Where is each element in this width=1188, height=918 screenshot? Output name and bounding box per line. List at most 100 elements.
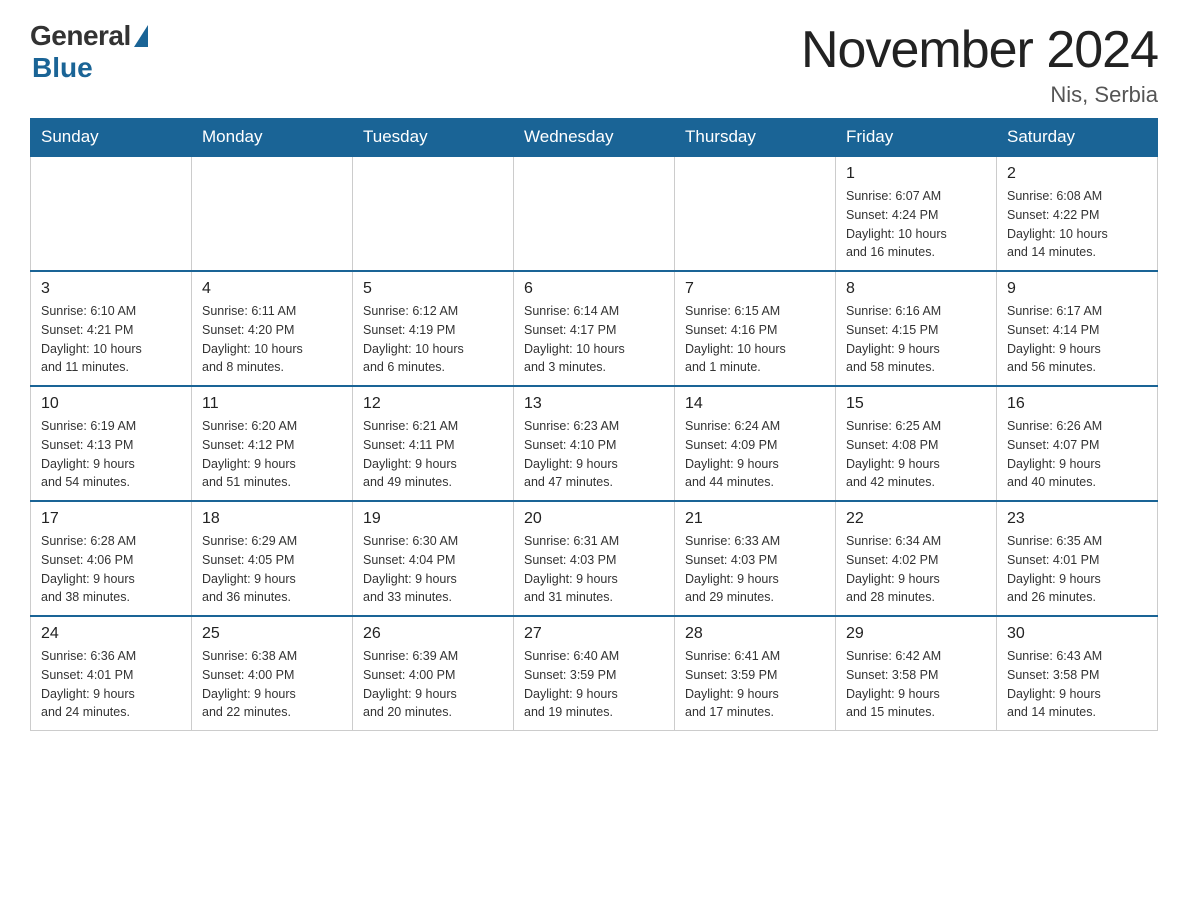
day-info: Sunrise: 6:16 AM Sunset: 4:15 PM Dayligh…: [846, 302, 986, 377]
day-number: 23: [1007, 510, 1147, 528]
calendar-cell: [31, 156, 192, 271]
day-info: Sunrise: 6:12 AM Sunset: 4:19 PM Dayligh…: [363, 302, 503, 377]
calendar-cell: [514, 156, 675, 271]
day-number: 19: [363, 510, 503, 528]
day-info: Sunrise: 6:24 AM Sunset: 4:09 PM Dayligh…: [685, 417, 825, 492]
calendar-cell: 9 Sunrise: 6:17 AM Sunset: 4:14 PM Daylig…: [997, 271, 1158, 386]
day-number: 2: [1007, 165, 1147, 183]
calendar-cell: 11Sunrise: 6:20 AM Sunset: 4:12 PM Dayli…: [192, 386, 353, 501]
day-info: Sunrise: 6:43 AM Sunset: 3:58 PM Dayligh…: [1007, 647, 1147, 722]
calendar-cell: 14 Sunrise: 6:24 AM Sunset: 4:09 PM Dayli…: [675, 386, 836, 501]
day-info: Sunrise: 6:28 AM Sunset: 4:06 PM Dayligh…: [41, 532, 181, 607]
calendar-header-saturday: Saturday: [997, 119, 1158, 157]
calendar-week-row: 10 Sunrise: 6:19 AM Sunset: 4:13 PM Dayli…: [31, 386, 1158, 501]
calendar-header-row: SundayMondayTuesdayWednesdayThursdayFrid…: [31, 119, 1158, 157]
calendar-cell: [675, 156, 836, 271]
day-number: 6: [524, 280, 664, 298]
calendar-cell: 18Sunrise: 6:29 AM Sunset: 4:05 PM Dayli…: [192, 501, 353, 616]
calendar-cell: 29Sunrise: 6:42 AM Sunset: 3:58 PM Dayli…: [836, 616, 997, 731]
calendar-cell: 10 Sunrise: 6:19 AM Sunset: 4:13 PM Dayli…: [31, 386, 192, 501]
logo-blue-text: Blue: [32, 52, 93, 84]
calendar-cell: 30 Sunrise: 6:43 AM Sunset: 3:58 PM Dayli…: [997, 616, 1158, 731]
day-number: 9: [1007, 280, 1147, 298]
day-number: 26: [363, 625, 503, 643]
calendar-table: SundayMondayTuesdayWednesdayThursdayFrid…: [30, 118, 1158, 731]
day-info: Sunrise: 6:08 AM Sunset: 4:22 PM Dayligh…: [1007, 187, 1147, 262]
calendar-cell: 7Sunrise: 6:15 AM Sunset: 4:16 PM Daylig…: [675, 271, 836, 386]
calendar-header-tuesday: Tuesday: [353, 119, 514, 157]
calendar-cell: 3 Sunrise: 6:10 AM Sunset: 4:21 PM Daylig…: [31, 271, 192, 386]
location: Nis, Serbia: [801, 82, 1158, 108]
calendar-cell: [353, 156, 514, 271]
calendar-cell: 24 Sunrise: 6:36 AM Sunset: 4:01 PM Dayli…: [31, 616, 192, 731]
day-info: Sunrise: 6:21 AM Sunset: 4:11 PM Dayligh…: [363, 417, 503, 492]
calendar-cell: 5Sunrise: 6:12 AM Sunset: 4:19 PM Daylig…: [353, 271, 514, 386]
calendar-cell: 23 Sunrise: 6:35 AM Sunset: 4:01 PM Dayli…: [997, 501, 1158, 616]
calendar-week-row: 3 Sunrise: 6:10 AM Sunset: 4:21 PM Daylig…: [31, 271, 1158, 386]
calendar-header-monday: Monday: [192, 119, 353, 157]
day-number: 20: [524, 510, 664, 528]
day-number: 25: [202, 625, 342, 643]
day-number: 13: [524, 395, 664, 413]
calendar-cell: 28 Sunrise: 6:41 AM Sunset: 3:59 PM Dayli…: [675, 616, 836, 731]
day-number: 30: [1007, 625, 1147, 643]
calendar-header-sunday: Sunday: [31, 119, 192, 157]
day-info: Sunrise: 6:33 AM Sunset: 4:03 PM Dayligh…: [685, 532, 825, 607]
calendar-header-thursday: Thursday: [675, 119, 836, 157]
day-number: 8: [846, 280, 986, 298]
day-info: Sunrise: 6:10 AM Sunset: 4:21 PM Dayligh…: [41, 302, 181, 377]
day-number: 24: [41, 625, 181, 643]
day-info: Sunrise: 6:17 AM Sunset: 4:14 PM Dayligh…: [1007, 302, 1147, 377]
day-info: Sunrise: 6:39 AM Sunset: 4:00 PM Dayligh…: [363, 647, 503, 722]
page-header: General Blue November 2024 Nis, Serbia: [30, 20, 1158, 108]
day-number: 3: [41, 280, 181, 298]
calendar-cell: 4Sunrise: 6:11 AM Sunset: 4:20 PM Daylig…: [192, 271, 353, 386]
calendar-cell: 16Sunrise: 6:26 AM Sunset: 4:07 PM Dayli…: [997, 386, 1158, 501]
calendar-cell: 8 Sunrise: 6:16 AM Sunset: 4:15 PM Daylig…: [836, 271, 997, 386]
calendar-cell: 21 Sunrise: 6:33 AM Sunset: 4:03 PM Dayli…: [675, 501, 836, 616]
calendar-cell: [192, 156, 353, 271]
month-title: November 2024: [801, 20, 1158, 80]
calendar-header-friday: Friday: [836, 119, 997, 157]
calendar-week-row: 1 Sunrise: 6:07 AM Sunset: 4:24 PM Daylig…: [31, 156, 1158, 271]
day-info: Sunrise: 6:35 AM Sunset: 4:01 PM Dayligh…: [1007, 532, 1147, 607]
day-info: Sunrise: 6:07 AM Sunset: 4:24 PM Dayligh…: [846, 187, 986, 262]
calendar-cell: 22 Sunrise: 6:34 AM Sunset: 4:02 PM Dayli…: [836, 501, 997, 616]
day-number: 14: [685, 395, 825, 413]
logo-triangle-icon: [134, 25, 148, 47]
day-info: Sunrise: 6:34 AM Sunset: 4:02 PM Dayligh…: [846, 532, 986, 607]
day-number: 28: [685, 625, 825, 643]
calendar-cell: 19 Sunrise: 6:30 AM Sunset: 4:04 PM Dayli…: [353, 501, 514, 616]
day-number: 7: [685, 280, 825, 298]
day-info: Sunrise: 6:19 AM Sunset: 4:13 PM Dayligh…: [41, 417, 181, 492]
day-number: 1: [846, 165, 986, 183]
day-info: Sunrise: 6:38 AM Sunset: 4:00 PM Dayligh…: [202, 647, 342, 722]
day-info: Sunrise: 6:20 AM Sunset: 4:12 PM Dayligh…: [202, 417, 342, 492]
logo-general-text: General: [30, 20, 131, 52]
title-area: November 2024 Nis, Serbia: [801, 20, 1158, 108]
calendar-cell: 20Sunrise: 6:31 AM Sunset: 4:03 PM Dayli…: [514, 501, 675, 616]
calendar-cell: 25 Sunrise: 6:38 AM Sunset: 4:00 PM Dayli…: [192, 616, 353, 731]
day-info: Sunrise: 6:23 AM Sunset: 4:10 PM Dayligh…: [524, 417, 664, 492]
day-number: 22: [846, 510, 986, 528]
logo: General Blue: [30, 20, 148, 84]
calendar-cell: 27 Sunrise: 6:40 AM Sunset: 3:59 PM Dayli…: [514, 616, 675, 731]
day-number: 10: [41, 395, 181, 413]
calendar-cell: 2 Sunrise: 6:08 AM Sunset: 4:22 PM Daylig…: [997, 156, 1158, 271]
day-info: Sunrise: 6:30 AM Sunset: 4:04 PM Dayligh…: [363, 532, 503, 607]
day-number: 12: [363, 395, 503, 413]
day-info: Sunrise: 6:41 AM Sunset: 3:59 PM Dayligh…: [685, 647, 825, 722]
day-info: Sunrise: 6:42 AM Sunset: 3:58 PM Dayligh…: [846, 647, 986, 722]
day-number: 21: [685, 510, 825, 528]
day-number: 16: [1007, 395, 1147, 413]
day-info: Sunrise: 6:40 AM Sunset: 3:59 PM Dayligh…: [524, 647, 664, 722]
calendar-cell: 6Sunrise: 6:14 AM Sunset: 4:17 PM Daylig…: [514, 271, 675, 386]
day-number: 4: [202, 280, 342, 298]
day-info: Sunrise: 6:29 AM Sunset: 4:05 PM Dayligh…: [202, 532, 342, 607]
day-number: 27: [524, 625, 664, 643]
day-info: Sunrise: 6:36 AM Sunset: 4:01 PM Dayligh…: [41, 647, 181, 722]
calendar-cell: 1 Sunrise: 6:07 AM Sunset: 4:24 PM Daylig…: [836, 156, 997, 271]
calendar-header-wednesday: Wednesday: [514, 119, 675, 157]
calendar-week-row: 24 Sunrise: 6:36 AM Sunset: 4:01 PM Dayli…: [31, 616, 1158, 731]
calendar-cell: 13 Sunrise: 6:23 AM Sunset: 4:10 PM Dayli…: [514, 386, 675, 501]
